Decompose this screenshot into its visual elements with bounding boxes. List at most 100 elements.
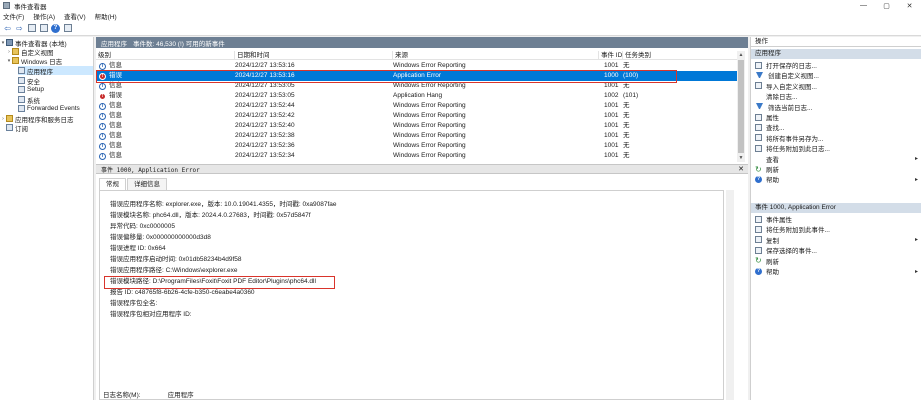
action-help[interactable]: ? 帮助 ▸ xyxy=(751,174,921,184)
action-label: 导入自定义视图... xyxy=(766,83,817,91)
tree-windows-logs[interactable]: ▾ Windows 日志 xyxy=(6,56,62,66)
action-copy[interactable]: 复制 ▸ xyxy=(751,235,921,245)
actions-section-log[interactable]: 应用程序 xyxy=(751,49,921,59)
minimize-button[interactable]: — xyxy=(852,0,875,11)
log-icon xyxy=(18,96,25,103)
column-source[interactable]: 来源 xyxy=(392,51,598,60)
close-detail-icon[interactable]: ✕ xyxy=(738,165,744,175)
action-open-log[interactable]: 打开保存的日志... xyxy=(751,60,921,70)
detail-scrollbar[interactable] xyxy=(726,190,734,400)
error-icon: ! xyxy=(99,92,106,100)
menu-help[interactable]: 帮助(H) xyxy=(95,11,117,21)
event-row[interactable]: i 信息 2024/12/27 13:52:40 Windows Error Repo… xyxy=(96,121,737,131)
show-tree-button[interactable] xyxy=(26,23,37,34)
import-view-icon xyxy=(755,82,762,90)
actions-header: 操作 xyxy=(751,37,921,47)
list-header: 应用程序 事件数: 46,530 (!) 可用的新事件 xyxy=(96,37,748,48)
tree-log-forwarded[interactable]: Forwarded Events xyxy=(18,104,80,113)
event-row[interactable]: i 信息 2024/12/27 13:52:44 Windows Error Repo… xyxy=(96,101,737,111)
help-icon: ? xyxy=(51,23,60,33)
event-datetime: 2024/12/27 13:52:34 xyxy=(235,152,295,159)
event-datetime: 2024/12/27 13:52:44 xyxy=(235,102,295,109)
event-row[interactable]: i 信息 2024/12/27 13:52:36 Windows Error Repo… xyxy=(96,141,737,151)
action-save-events[interactable]: 将所有事件另存为... xyxy=(751,133,921,143)
refresh-icon: ↻ xyxy=(755,164,762,174)
action-import-view[interactable]: 导入自定义视图... xyxy=(751,81,921,91)
detail-tabs: 常规 详细信息 xyxy=(99,178,168,190)
column-datetime[interactable]: 日期和时间 xyxy=(234,51,392,60)
event-source: Windows Error Reporting xyxy=(393,142,466,149)
highlight-box-selected-row xyxy=(96,70,677,83)
menu-action[interactable]: 操作(A) xyxy=(33,11,55,21)
tree-subscriptions[interactable]: 订阅 xyxy=(6,123,28,133)
refresh-icon: ↻ xyxy=(755,256,762,266)
action-label: 清除日志... xyxy=(766,94,798,102)
back-button[interactable]: ⇦ xyxy=(2,23,13,34)
detail-line: 错误程序包全名: xyxy=(110,300,158,307)
title-bar: 事件查看器 — ▢ ✕ xyxy=(0,0,921,11)
info-icon: i xyxy=(99,112,106,120)
create-view-icon xyxy=(756,71,763,79)
action-help[interactable]: ? 帮助 ▸ xyxy=(751,266,921,276)
column-category[interactable]: 任务类别 xyxy=(622,51,737,60)
grid-button[interactable] xyxy=(38,23,49,34)
tree-log-setup[interactable]: Setup xyxy=(18,85,44,94)
event-row[interactable]: i 信息 2024/12/27 13:52:34 Windows Error Repo… xyxy=(96,151,737,161)
forward-button[interactable]: ⇨ xyxy=(14,23,25,34)
event-row[interactable]: i 信息 2024/12/27 13:52:42 Windows Error Repo… xyxy=(96,111,737,121)
action-label: 刷新 xyxy=(766,258,779,266)
event-level-cell: i 信息 xyxy=(99,101,234,111)
actions-pane: 操作 应用程序 打开保存的日志... 创建自定义视图... 导入自定义视图... 清除… xyxy=(750,37,921,400)
detail-line: 错误应用程序路径: C:\Windows\explorer.exe xyxy=(110,267,238,274)
menu-file[interactable]: 文件(F) xyxy=(3,11,24,21)
scroll-down-icon[interactable]: ▼ xyxy=(737,154,745,162)
action-refresh[interactable]: ↻ 刷新 xyxy=(751,256,921,266)
action-label: 属性 xyxy=(766,115,779,122)
tree-log-security[interactable]: 安全 xyxy=(18,76,40,86)
submenu-arrow-icon: ▸ xyxy=(914,237,918,244)
tab-details[interactable]: 详细信息 xyxy=(127,178,167,190)
menu-view[interactable]: 查看(V) xyxy=(64,11,86,21)
scroll-thumb[interactable] xyxy=(738,60,744,153)
open-log-icon xyxy=(755,61,762,69)
action-find[interactable]: 查找... xyxy=(751,122,921,132)
tab-general[interactable]: 常规 xyxy=(99,178,126,190)
action-properties[interactable]: 属性 xyxy=(751,112,921,122)
action-filter[interactable]: 筛选当前日志... xyxy=(751,102,921,112)
event-category: 无 xyxy=(623,152,630,159)
window-title: 事件查看器 xyxy=(14,3,47,11)
scroll-up-icon[interactable]: ▲ xyxy=(737,51,745,59)
column-level[interactable]: 级别 xyxy=(96,51,234,60)
log-name-value: 应用程序 xyxy=(167,392,194,399)
event-source: Windows Error Reporting xyxy=(393,122,466,129)
help-button[interactable]: ? xyxy=(50,23,61,34)
tree-log-application[interactable]: 应用程序 xyxy=(18,66,93,76)
action-refresh[interactable]: ↻ 刷新 xyxy=(751,164,921,174)
event-datetime: 2024/12/27 13:53:05 xyxy=(235,92,295,99)
tree-log-system[interactable]: 系统 xyxy=(18,95,40,105)
attach-task-icon xyxy=(755,144,762,152)
action-save-selected[interactable]: 保存选择的事件... xyxy=(751,245,921,255)
maximize-button[interactable]: ▢ xyxy=(875,0,898,11)
action-event-properties[interactable]: 事件属性 xyxy=(751,214,921,224)
show-action-pane-button[interactable] xyxy=(62,23,73,34)
action-view[interactable]: 查看 ▸ xyxy=(751,154,921,164)
event-level: 信息 xyxy=(109,122,122,129)
event-detail-header: 事件 1000, Application Error ✕ xyxy=(96,164,748,174)
action-create-view[interactable]: 创建自定义视图... xyxy=(751,70,921,80)
action-attach-task[interactable]: 将任务附加到此日志... xyxy=(751,143,921,153)
action-clear-log[interactable]: 清除日志... xyxy=(751,91,921,101)
action-label: 筛选当前日志... xyxy=(768,104,813,112)
event-source: Windows Error Reporting xyxy=(393,112,466,119)
action-attach-task-event[interactable]: 将任务附加到此事件... xyxy=(751,224,921,234)
event-row[interactable]: ! 错误 2024/12/27 13:53:05 Application Hang 10… xyxy=(96,91,737,101)
actions-section-event[interactable]: 事件 1000, Application Error xyxy=(751,203,921,213)
tree-app-service-logs[interactable]: › 应用程序和服务日志 xyxy=(0,114,74,124)
help-icon: ? xyxy=(755,175,762,183)
list-scrollbar[interactable]: ▲ ▼ xyxy=(737,51,745,162)
log-icon xyxy=(18,105,25,112)
column-event-id[interactable]: 事件 ID xyxy=(598,51,622,60)
event-level-cell: i 信息 xyxy=(99,131,234,141)
event-row[interactable]: i 信息 2024/12/27 13:52:38 Windows Error Repo… xyxy=(96,131,737,141)
close-button[interactable]: ✕ xyxy=(898,0,921,11)
